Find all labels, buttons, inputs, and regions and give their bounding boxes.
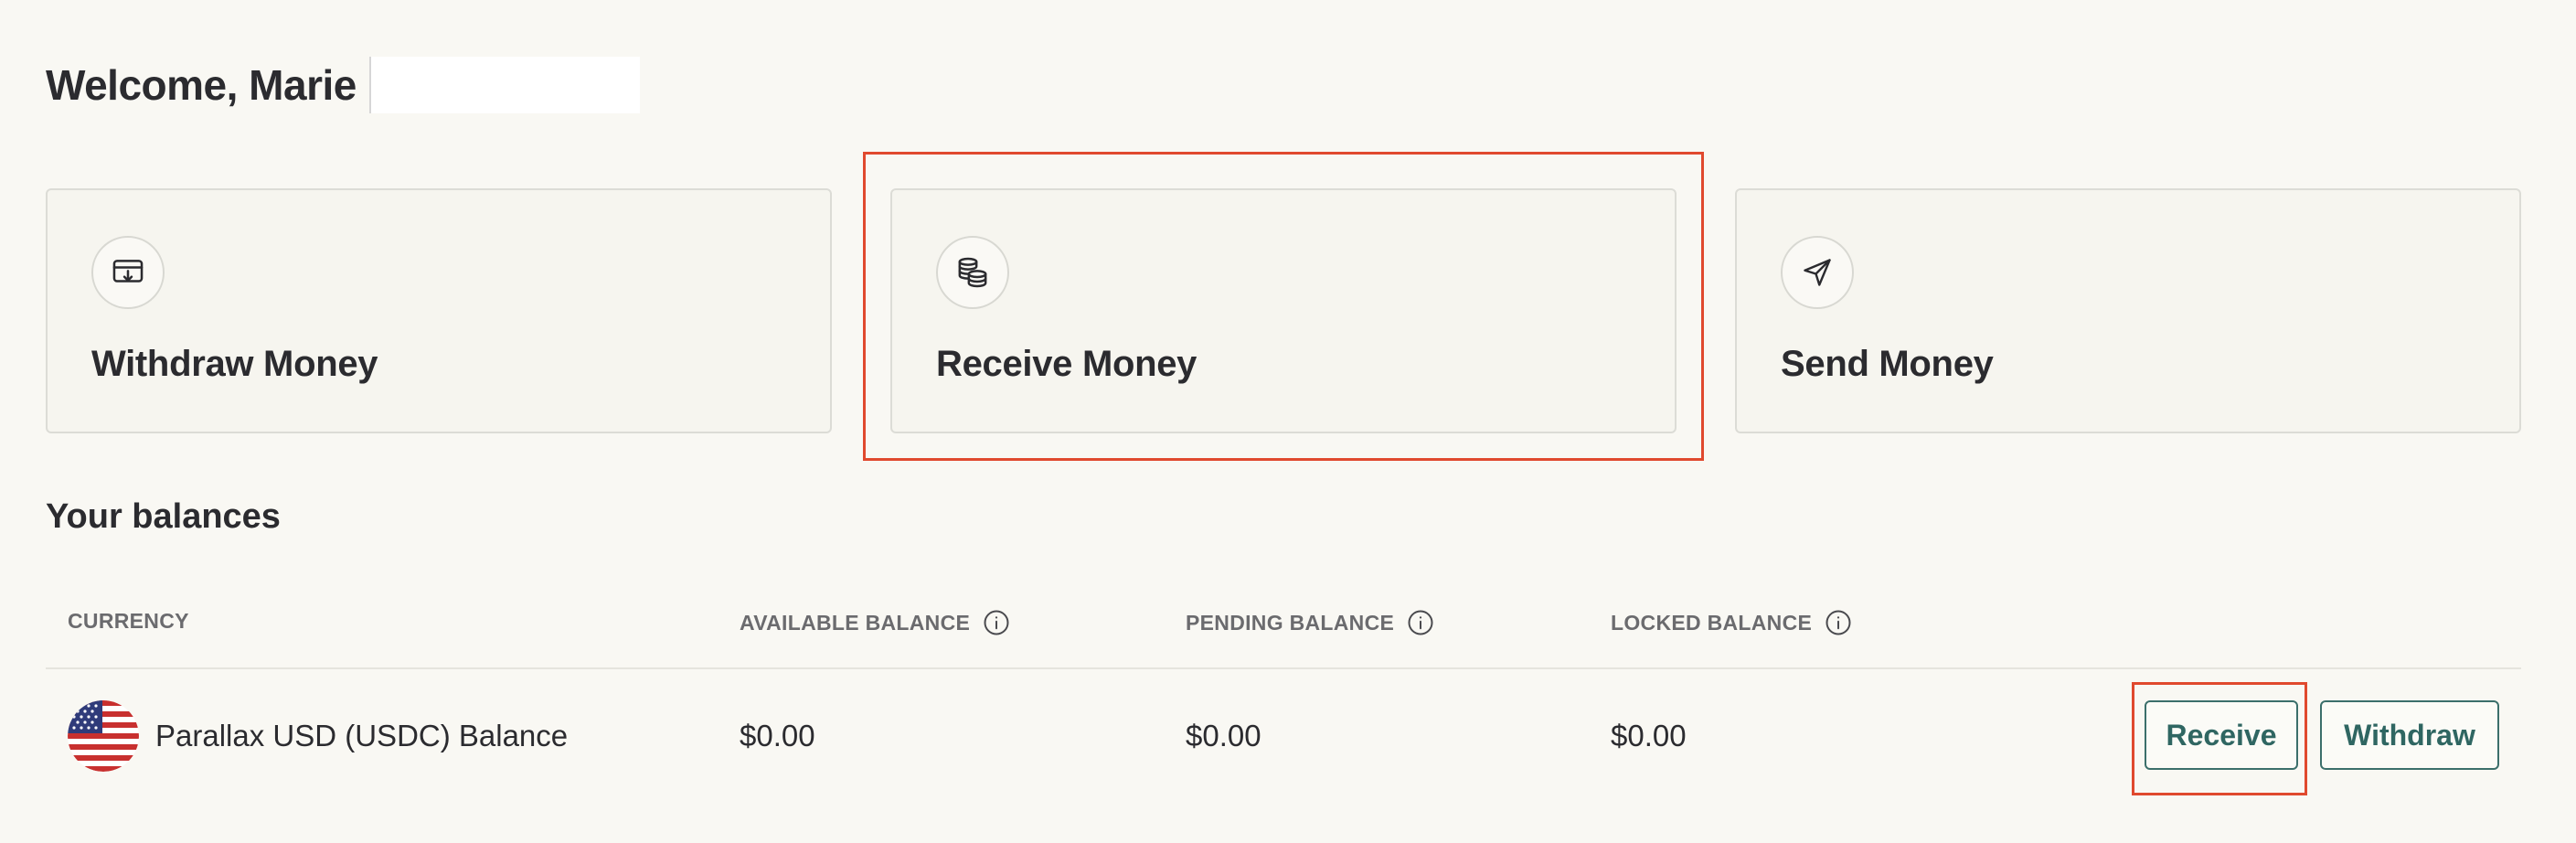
receive-money-card[interactable]: Receive Money bbox=[890, 188, 1677, 433]
locked-balance-value: $0.00 bbox=[1611, 719, 1687, 752]
withdraw-icon bbox=[91, 236, 165, 309]
column-header-currency-label: CURRENCY bbox=[68, 609, 189, 633]
column-header-pending: PENDING BALANCE bbox=[1186, 609, 1434, 636]
redacted-name bbox=[368, 57, 640, 113]
receive-money-label: Receive Money bbox=[936, 344, 1198, 384]
coins-icon bbox=[936, 236, 1009, 309]
table-divider bbox=[46, 667, 2521, 669]
balances-title: Your balances bbox=[46, 497, 281, 536]
send-money-card[interactable]: Send Money bbox=[1735, 188, 2521, 433]
dashboard-page: Welcome, Marie Withdraw Money Receive Mo… bbox=[0, 0, 2576, 843]
column-header-currency: CURRENCY bbox=[68, 609, 189, 634]
pending-balance-value: $0.00 bbox=[1186, 719, 1261, 752]
us-flag-icon bbox=[68, 700, 139, 772]
withdraw-money-label: Withdraw Money bbox=[91, 344, 378, 384]
withdraw-button[interactable]: Withdraw bbox=[2320, 700, 2499, 770]
column-header-locked: LOCKED BALANCE bbox=[1611, 609, 1852, 636]
available-balance-value: $0.00 bbox=[740, 719, 815, 752]
currency-name: Parallax USD (USDC) Balance bbox=[155, 719, 569, 752]
welcome-header: Welcome, Marie bbox=[46, 57, 640, 113]
send-icon bbox=[1781, 236, 1854, 309]
column-header-available-label: AVAILABLE BALANCE bbox=[740, 610, 971, 635]
withdraw-money-card[interactable]: Withdraw Money bbox=[46, 188, 832, 433]
receive-button[interactable]: Receive bbox=[2145, 700, 2298, 770]
column-header-available: AVAILABLE BALANCE bbox=[740, 609, 1010, 636]
welcome-title: Welcome, Marie bbox=[46, 61, 357, 109]
info-icon[interactable] bbox=[983, 609, 1010, 636]
send-money-label: Send Money bbox=[1781, 344, 1994, 384]
column-header-locked-label: LOCKED BALANCE bbox=[1611, 610, 1813, 635]
info-icon[interactable] bbox=[1825, 609, 1852, 636]
info-icon[interactable] bbox=[1407, 609, 1434, 636]
column-header-pending-label: PENDING BALANCE bbox=[1186, 610, 1395, 635]
